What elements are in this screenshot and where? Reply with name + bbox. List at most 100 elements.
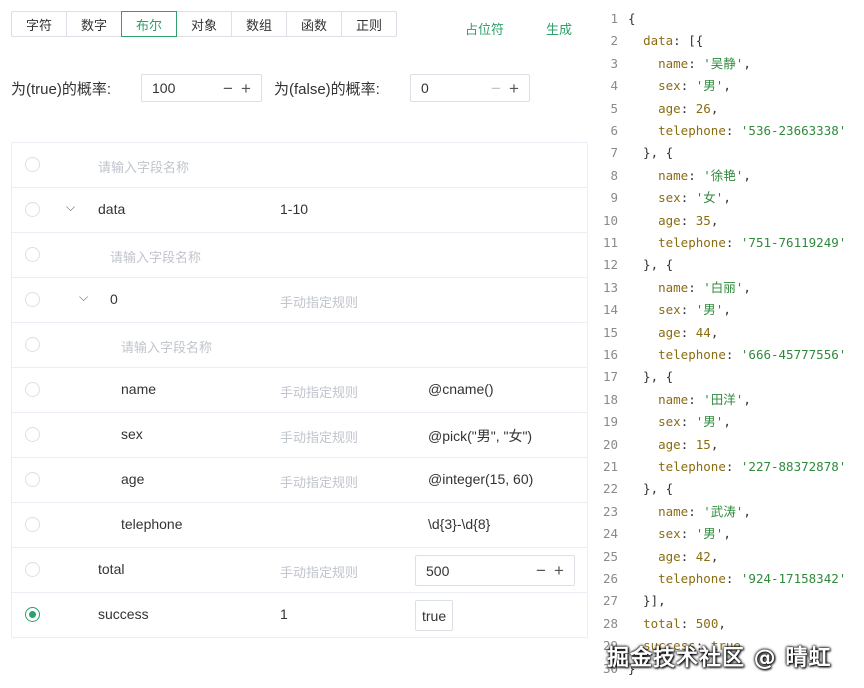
row-radio[interactable] [25, 562, 40, 577]
tab-function[interactable]: 函数 [286, 11, 342, 37]
code-text: { [628, 11, 636, 26]
placeholder-button[interactable]: 占位符 [465, 19, 504, 38]
rule-input[interactable]: 手动指定规则 [280, 427, 358, 446]
field-name-input[interactable]: 请输入字段名称 [110, 247, 201, 266]
rule-input[interactable]: 手动指定规则 [280, 562, 358, 581]
code-text: age: 26, [658, 100, 719, 116]
field-expression[interactable]: @cname() [428, 381, 494, 397]
minus-icon[interactable]: − [532, 561, 550, 581]
tab-boolean[interactable]: 布尔 [121, 11, 177, 37]
field-name[interactable]: telephone [121, 516, 183, 532]
line-number: 7 [610, 145, 618, 161]
field-count[interactable]: 1-10 [280, 201, 308, 217]
field-name[interactable]: age [121, 471, 144, 487]
table-row: total 手动指定规则 500 − + [12, 548, 587, 593]
chevron-down-icon[interactable]: ⌵ [79, 290, 88, 305]
rule-input[interactable]: 手动指定规则 [280, 472, 358, 491]
success-value-box[interactable]: true [415, 600, 453, 631]
row-radio[interactable] [25, 337, 40, 352]
code-text: name: '田洋', [658, 391, 751, 407]
field-name[interactable]: total [98, 561, 124, 577]
table-row: sex 手动指定规则 @pick("男", "女") [12, 413, 587, 458]
code-line: 4 sex: '男', [600, 75, 731, 97]
minus-icon[interactable]: − [219, 80, 237, 97]
false-probability-input[interactable]: 0 [411, 80, 487, 96]
total-value-input[interactable]: 500 [426, 563, 532, 579]
row-radio[interactable] [25, 517, 40, 532]
tab-object[interactable]: 对象 [176, 11, 232, 37]
code-line: 1{ [600, 8, 636, 30]
table-row: success 1 true [12, 593, 587, 638]
code-text: sex: '男', [658, 414, 731, 430]
row-radio[interactable] [25, 427, 40, 442]
code-text: telephone: '666-45777556' [658, 347, 847, 362]
row-radio[interactable] [25, 472, 40, 487]
row-radio[interactable] [25, 382, 40, 397]
code-text: age: 44, [658, 324, 719, 340]
line-number: 28 [602, 615, 618, 631]
code-text: age: 42, [658, 548, 719, 564]
field-name[interactable]: sex [121, 426, 143, 442]
field-name[interactable]: success [98, 606, 149, 622]
line-number: 16 [602, 347, 618, 362]
table-row: name 手动指定规则 @cname() [12, 368, 587, 413]
tab-regex[interactable]: 正则 [341, 11, 397, 37]
plus-icon[interactable]: + [505, 80, 523, 97]
code-text: sex: '男', [658, 78, 731, 94]
row-radio[interactable] [25, 157, 40, 172]
minus-icon[interactable]: − [487, 80, 505, 97]
table-row: 请输入字段名称 [12, 143, 587, 188]
code-text: }, { [628, 481, 674, 497]
tab-string[interactable]: 字符 [11, 11, 67, 37]
line-number: 20 [602, 436, 618, 452]
code-text: telephone: '751-76119249' [658, 235, 847, 250]
code-line: 8 name: '徐艳', [600, 165, 751, 187]
code-line: 23 name: '武涛', [600, 501, 751, 523]
code-text: }, { [628, 145, 674, 161]
rule-input[interactable]: 手动指定规则 [280, 292, 358, 311]
plus-icon[interactable]: + [237, 80, 255, 97]
field-name-input[interactable]: 请输入字段名称 [121, 337, 212, 356]
code-line: 24 sex: '男', [600, 523, 731, 545]
true-probability-input[interactable]: 100 [142, 80, 219, 96]
line-number: 5 [610, 100, 618, 116]
line-number: 6 [610, 123, 618, 138]
line-number: 26 [602, 571, 618, 586]
code-text: age: 35, [658, 212, 719, 228]
code-line: 20 age: 15, [600, 434, 718, 456]
chevron-down-icon[interactable]: ⌵ [66, 200, 75, 215]
code-line: 18 name: '田洋', [600, 389, 751, 411]
field-name[interactable]: 0 [110, 291, 118, 307]
code-line: 15 age: 44, [600, 322, 718, 344]
row-radio-checked[interactable] [25, 607, 40, 622]
field-count[interactable]: 1 [280, 606, 288, 622]
field-name[interactable]: data [98, 201, 125, 217]
table-row: 请输入字段名称 [12, 233, 587, 278]
code-line: 5 age: 26, [600, 98, 718, 120]
false-probability-stepper: 0 − + [410, 74, 530, 102]
field-name-input[interactable]: 请输入字段名称 [98, 157, 189, 176]
line-number: 10 [602, 212, 618, 228]
code-line: 21 telephone: '227-88372878' [600, 456, 846, 478]
tab-number[interactable]: 数字 [66, 11, 122, 37]
row-radio[interactable] [25, 292, 40, 307]
generate-button[interactable]: 生成 [546, 19, 572, 38]
row-radio[interactable] [25, 247, 40, 262]
tab-array[interactable]: 数组 [231, 11, 287, 37]
code-line: 7 }, { [600, 142, 673, 164]
field-expression[interactable]: @pick("男", "女") [428, 426, 532, 446]
line-number: 14 [602, 302, 618, 318]
line-number: 17 [602, 369, 618, 385]
rule-input[interactable]: 手动指定规则 [280, 382, 358, 401]
field-expression[interactable]: @integer(15, 60) [428, 471, 533, 487]
table-row: 请输入字段名称 [12, 323, 587, 368]
field-name[interactable]: name [121, 381, 156, 397]
plus-icon[interactable]: + [550, 561, 568, 581]
code-text: name: '徐艳', [658, 167, 751, 183]
row-radio[interactable] [25, 202, 40, 217]
code-text: telephone: '227-88372878' [658, 459, 847, 474]
code-text: name: '白丽', [658, 279, 751, 295]
code-line: 19 sex: '男', [600, 411, 731, 433]
field-table: 请输入字段名称 ⌵ data 1-10 请输入字段名称 ⌵ 0 手动指定规则 请… [11, 142, 588, 638]
field-expression[interactable]: \d{3}-\d{8} [428, 516, 490, 532]
